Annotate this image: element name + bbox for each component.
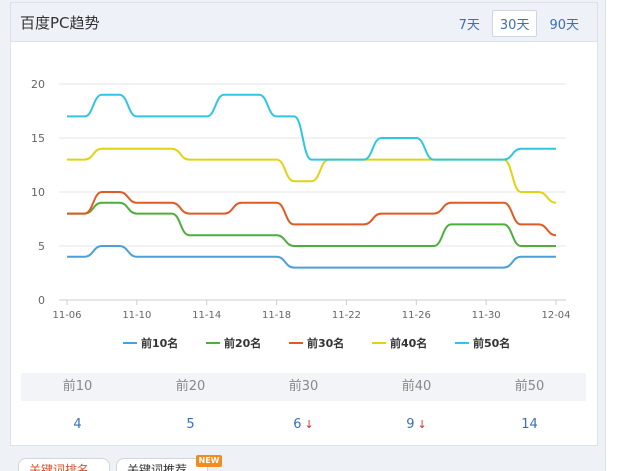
bottom-tabs: 关键词排名 关键词推荐 [18,458,214,471]
tab-keyword-ranking[interactable]: 关键词排名 [18,458,110,471]
legend-label-0: 前10名 [141,336,178,350]
stats-value-1: 5 [134,413,247,437]
stats-value-3: 9 ↓ [360,413,473,437]
y-tick-label: 15 [31,132,45,145]
range-tab-90d[interactable]: 90天 [541,10,587,37]
new-badge: NEW [196,455,222,467]
stats-header-row: 前10 前20 前30 前40 前50 [21,373,586,401]
x-tick-label: 12-04 [541,310,570,321]
y-tick-label: 5 [38,240,45,253]
stats-header-top20: 前20 [175,379,206,394]
trend-chart-svg: 0 5 10 15 20 11-06 11-10 11-14 11-18 11-22 11-26 11… [31,78,571,350]
legend-label-4: 前50名 [473,336,510,350]
x-tick-label: 11-14 [192,310,221,321]
y-tick-label: 0 [38,294,45,307]
down-arrow-icon: ↓ [417,418,427,431]
series-line-0 [66,245,556,269]
stats-header-top50: 前50 [514,379,545,394]
trend-chart: 0 5 10 15 20 11-06 11-10 11-14 11-18 11-22 11-26 11… [11,43,597,363]
stats-header-top10: 前10 [62,379,93,394]
tab-keyword-recommend[interactable]: 关键词推荐 [116,458,208,471]
stats-value-text: 6 [293,417,302,432]
stats-value-4: 14 [473,413,586,437]
series-line-3 [66,147,557,204]
stats-value-text: 4 [73,417,82,432]
legend-label-3: 前40名 [390,336,427,350]
legend-label-2: 前30名 [307,336,344,350]
x-tick-label: 11-06 [52,310,81,321]
legend-label-1: 前20名 [224,336,261,350]
range-tabs: 7天 30天 90天 [447,10,587,37]
stats-value-text: 5 [186,417,195,432]
range-tab-7d[interactable]: 7天 [451,10,488,37]
down-arrow-icon: ↓ [304,418,314,431]
stats-header-top30: 前30 [288,379,319,394]
x-tick-label: 11-22 [332,310,361,321]
y-tick-label: 20 [31,78,45,91]
panel-title: 百度PC趋势 [20,14,100,32]
stats-header-top40: 前40 [401,379,432,394]
x-tick-label: 11-26 [402,310,431,321]
pc-trend-panel: 百度PC趋势 7天 30天 90天 0 5 10 15 20 11-06 11-10 11-1… [10,2,598,446]
x-tick-label: 11-30 [472,310,501,321]
panel-header: 百度PC趋势 7天 30天 90天 [11,3,597,42]
stats-value-row: 4 5 6 ↓ 9 ↓ 14 [21,413,586,437]
stats-value-text: 14 [521,417,538,432]
y-tick-label: 10 [31,186,45,199]
x-tick-label: 11-10 [122,310,151,321]
range-tab-30d[interactable]: 30天 [491,10,538,37]
stats-value-text: 9 [406,417,415,432]
right-panel-edge [605,0,619,471]
x-tick-label: 11-18 [262,310,291,321]
stats-value-2: 6 ↓ [247,413,360,437]
stats-value-0: 4 [21,413,134,437]
series-line-4 [66,93,556,161]
